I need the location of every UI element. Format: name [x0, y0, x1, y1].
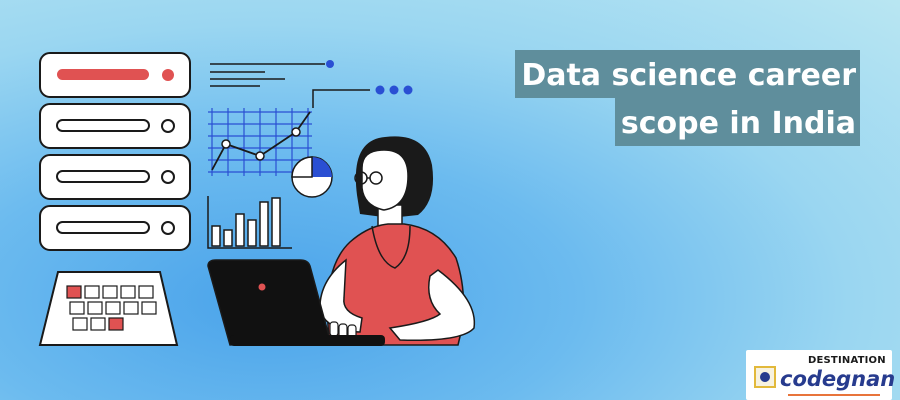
banner-title: Data science career scope in India [515, 50, 860, 146]
logo-underline [788, 394, 880, 396]
bar-chart-icon [207, 196, 292, 249]
title-line-2: scope in India [614, 98, 860, 146]
woman-with-glasses [319, 136, 476, 346]
pie-chart-icon [291, 156, 333, 198]
dot-icon [326, 60, 334, 68]
logo-top-text: DESTINATION [808, 355, 886, 366]
emblem-icon [754, 366, 776, 388]
logo-wordmark: codegnan [780, 367, 896, 391]
calendar-icon [38, 271, 179, 346]
text-lines-icon [210, 63, 325, 87]
ellipsis-icon [312, 85, 413, 108]
title-line-1: Data science career [515, 50, 860, 98]
server-stack-icon [39, 52, 191, 251]
codegnan-logo: DESTINATION codegnan [746, 350, 896, 400]
